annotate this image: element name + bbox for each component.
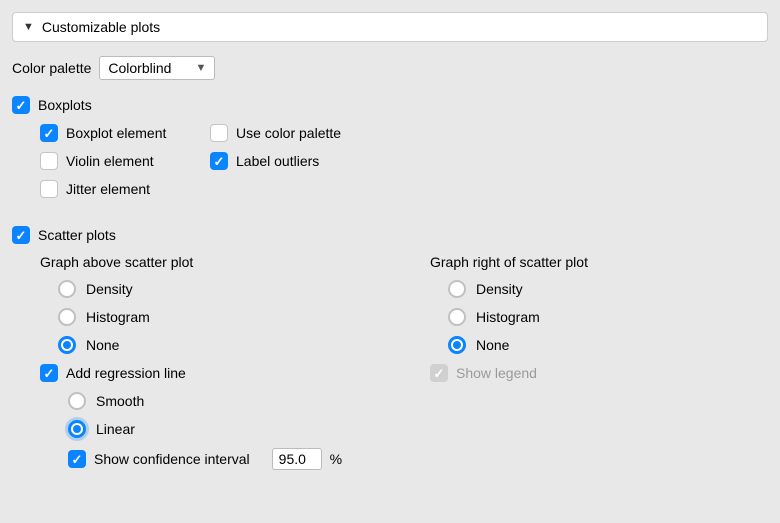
boxplot-element-checkbox[interactable]: ✓ [40,124,58,142]
jitter-element-checkbox[interactable] [40,180,58,198]
add-regression-checkbox[interactable]: ✓ [40,364,58,382]
regression-smooth-label: Smooth [96,393,144,409]
right-density-label: Density [476,281,523,297]
ci-value-input[interactable]: 95.0 [272,448,322,470]
above-none-radio[interactable] [58,336,76,354]
use-color-palette-checkbox[interactable] [210,124,228,142]
panel-header[interactable]: ▼ Customizable plots [12,12,768,42]
above-density-radio[interactable] [58,280,76,298]
regression-smooth-radio[interactable] [68,392,86,410]
show-ci-checkbox[interactable]: ✓ [68,450,86,468]
color-palette-label: Color palette [12,60,91,76]
violin-element-checkbox[interactable] [40,152,58,170]
violin-element-label: Violin element [66,153,154,169]
right-none-label: None [476,337,509,353]
graph-above-label: Graph above scatter plot [40,254,430,270]
boxplot-element-label: Boxplot element [66,125,166,141]
scatter-plots-label: Scatter plots [38,227,116,243]
chevron-down-icon: ▼ [195,62,206,74]
above-histogram-label: Histogram [86,309,150,325]
label-outliers-checkbox[interactable]: ✓ [210,152,228,170]
boxplots-checkbox[interactable]: ✓ [12,96,30,114]
panel-title: Customizable plots [42,19,160,35]
color-palette-select[interactable]: Colorblind ▼ [99,56,215,80]
graph-right-column: Graph right of scatter plot Density Hist… [430,254,768,480]
add-regression-label: Add regression line [66,365,186,381]
scatter-section: ✓ Scatter plots Graph above scatter plot… [12,226,768,480]
right-none-radio[interactable] [448,336,466,354]
right-histogram-radio[interactable] [448,308,466,326]
jitter-element-label: Jitter element [66,181,150,197]
regression-linear-radio[interactable] [68,420,86,438]
boxplots-label: Boxplots [38,97,92,113]
graph-above-column: Graph above scatter plot Density Histogr… [40,254,430,480]
color-palette-row: Color palette Colorblind ▼ [12,56,768,80]
label-outliers-label: Label outliers [236,153,319,169]
show-ci-label: Show confidence interval [94,451,250,467]
scatter-plots-checkbox[interactable]: ✓ [12,226,30,244]
show-legend-checkbox: ✓ [430,364,448,382]
above-density-label: Density [86,281,133,297]
boxplots-section: ✓ Boxplots ✓ Boxplot element Violin elem… [12,96,768,208]
color-palette-value: Colorblind [108,60,171,76]
ci-suffix: % [330,451,342,467]
show-legend-label: Show legend [456,365,537,381]
right-density-radio[interactable] [448,280,466,298]
regression-linear-label: Linear [96,421,135,437]
use-color-palette-label: Use color palette [236,125,341,141]
above-histogram-radio[interactable] [58,308,76,326]
graph-right-label: Graph right of scatter plot [430,254,768,270]
above-none-label: None [86,337,119,353]
right-histogram-label: Histogram [476,309,540,325]
disclosure-triangle-icon: ▼ [23,21,34,33]
